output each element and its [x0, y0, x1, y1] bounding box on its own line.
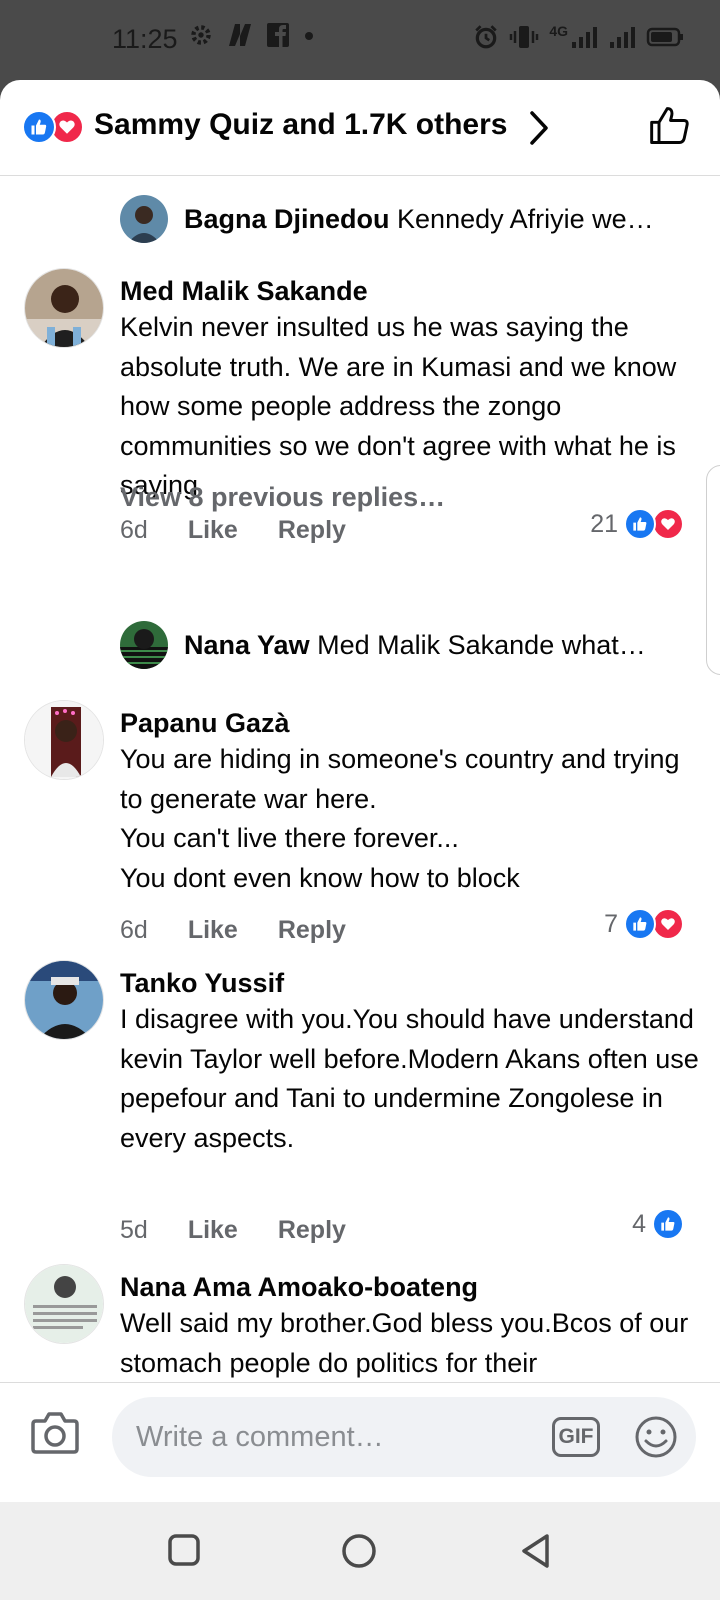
camera-icon[interactable]: [30, 1409, 80, 1455]
comment-line: You dont even know how to block: [120, 862, 520, 893]
comment-actions: 5d Like Reply: [120, 1216, 346, 1245]
reply-author[interactable]: Bagna Djinedou: [184, 204, 390, 234]
side-scroll-handle[interactable]: [706, 465, 720, 675]
reply-snippet: Kennedy Afriyie we…: [397, 203, 654, 234]
alarm-icon: [475, 25, 498, 49]
home-circle-icon[interactable]: [340, 1532, 378, 1570]
comment-time: 6d: [120, 916, 148, 944]
comment-body: You are hiding in someone's country and …: [120, 740, 700, 898]
avatar[interactable]: [24, 268, 104, 348]
comment-reactions[interactable]: 4: [632, 1208, 684, 1240]
status-bar: 11:25 4G: [0, 0, 720, 80]
reactions-summary[interactable]: Sammy Quiz and 1.7K others: [94, 108, 507, 142]
vibrate-icon: [510, 26, 539, 48]
settings-gear-icon: [191, 25, 211, 45]
netflix-n-icon: [229, 24, 251, 46]
comment-body: Well said my brother.God bless you.Bcos …: [120, 1308, 689, 1378]
comments-sheet: Sammy Quiz and 1.7K others Bagna Djinedo…: [0, 80, 720, 1502]
comment-actions: 6d Like Reply: [120, 916, 346, 945]
comment-actions: 6d Like Reply: [120, 516, 346, 545]
notification-dot-icon: [305, 32, 313, 40]
love-reaction-icon: [652, 908, 684, 940]
reply-author[interactable]: Nana Yaw: [184, 630, 310, 660]
gif-button[interactable]: GIF: [552, 1417, 600, 1457]
like-post-button[interactable]: [648, 104, 692, 148]
reaction-count: 4: [632, 1209, 646, 1238]
comment-author[interactable]: Nana Ama Amoako-boateng: [120, 1272, 478, 1303]
reply-snippet: Med Malik Sakande what…: [317, 629, 646, 660]
avatar[interactable]: [120, 195, 168, 243]
comment-line: You are hiding in someone's country and …: [120, 744, 680, 814]
like-button[interactable]: Like: [188, 516, 238, 545]
back-triangle-icon[interactable]: [518, 1532, 554, 1570]
comment-time: 5d: [120, 1216, 148, 1244]
comment-reactions[interactable]: 21: [590, 508, 684, 540]
comment-author[interactable]: Med Malik Sakande: [120, 276, 368, 307]
signal-bars-icon: [572, 27, 597, 48]
avatar[interactable]: [120, 621, 168, 669]
comment-body: Kelvin never insulted us he was saying t…: [120, 312, 677, 500]
comment-author[interactable]: Papanu Gazà: [120, 708, 290, 739]
like-button[interactable]: Like: [188, 916, 238, 945]
like-button[interactable]: Like: [188, 1216, 238, 1245]
chevron-right-icon[interactable]: [528, 110, 550, 146]
avatar[interactable]: [24, 1264, 104, 1344]
battery-icon: [646, 27, 683, 47]
recent-apps-square-icon[interactable]: [166, 1532, 202, 1568]
facebook-f-icon: [267, 23, 289, 47]
system-nav-bar: [0, 1502, 720, 1600]
like-reaction-icon: [652, 1208, 684, 1240]
comment-author[interactable]: Tanko Yussif: [120, 968, 284, 999]
comment-line: You can't live there forever...: [120, 823, 459, 853]
reply-button[interactable]: Reply: [278, 1216, 346, 1245]
reply-preview[interactable]: Nana Yaw Med Malik Sakande what…: [120, 620, 646, 670]
avatar[interactable]: [24, 960, 104, 1040]
reaction-icons: [22, 110, 86, 144]
reaction-count: 7: [604, 909, 618, 938]
comment-body: I disagree with you.You should have unde…: [120, 1004, 699, 1153]
comment-reactions[interactable]: 7: [604, 908, 684, 940]
reply-preview[interactable]: Bagna Djinedou Kennedy Afriyie we…: [120, 194, 654, 244]
status-right-icons: 4G: [473, 23, 684, 50]
status-time: 11:25: [112, 24, 178, 54]
view-previous-replies[interactable]: View 8 previous replies…: [120, 482, 445, 513]
reply-button[interactable]: Reply: [278, 516, 346, 545]
reactions-header[interactable]: Sammy Quiz and 1.7K others: [0, 80, 720, 176]
signal-bars-2-icon: [610, 27, 635, 48]
like-reaction-icon: [22, 110, 56, 144]
status-left-icons: [188, 22, 316, 48]
love-reaction-icon: [652, 508, 684, 540]
network-type-label: 4G: [549, 23, 568, 39]
reply-button[interactable]: Reply: [278, 916, 346, 945]
like-reaction-icon: [624, 508, 656, 540]
avatar[interactable]: [24, 700, 104, 780]
emoji-icon[interactable]: [634, 1415, 678, 1459]
like-reaction-icon: [624, 908, 656, 940]
reaction-count: 21: [590, 509, 618, 538]
comment-input[interactable]: [112, 1397, 696, 1477]
comment-composer: GIF: [0, 1382, 720, 1502]
comment-time: 6d: [120, 516, 148, 544]
